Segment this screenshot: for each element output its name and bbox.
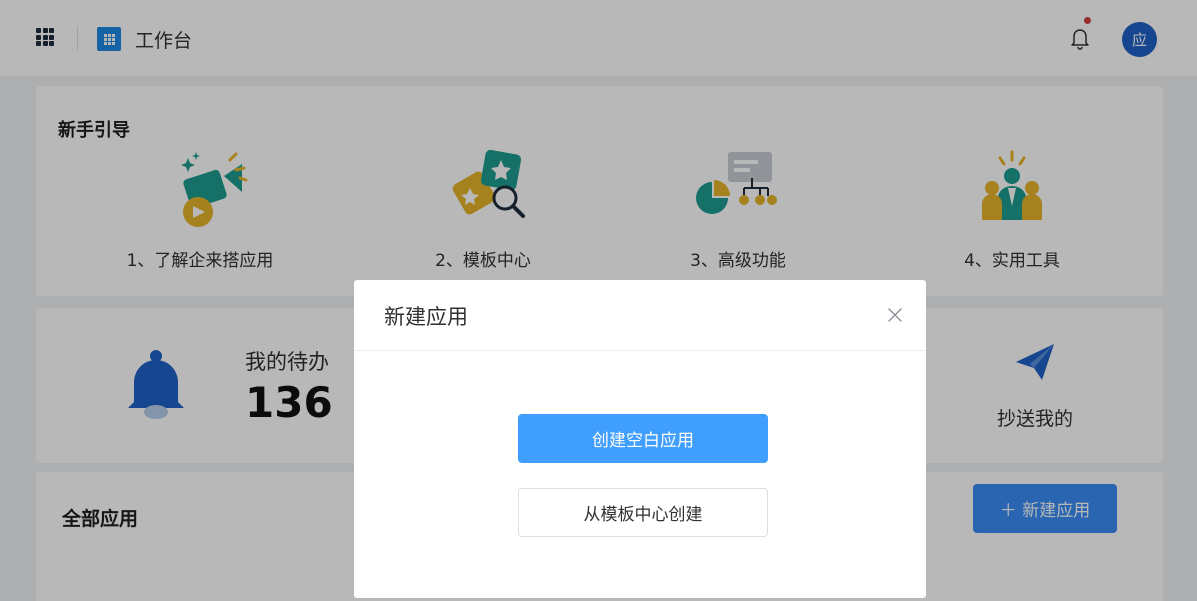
dialog-title: 新建应用: [384, 305, 468, 329]
create-blank-app-button[interactable]: 创建空白应用: [518, 414, 768, 463]
new-app-dialog: 新建应用 创建空白应用 从模板中心创建: [354, 280, 926, 598]
close-button[interactable]: [884, 304, 906, 326]
close-icon: [888, 308, 902, 322]
create-from-template-button[interactable]: 从模板中心创建: [518, 488, 768, 537]
dialog-header: 新建应用: [354, 280, 926, 351]
